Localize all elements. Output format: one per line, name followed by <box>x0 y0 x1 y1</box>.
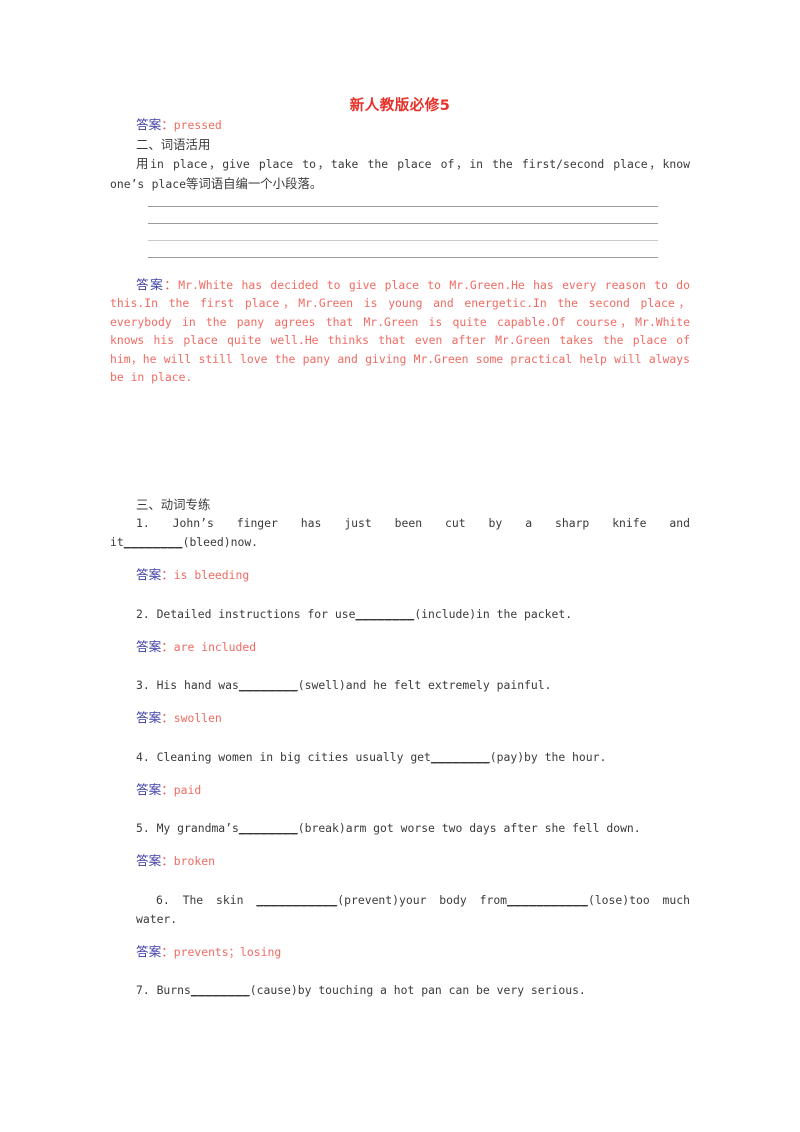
answer-value: paid <box>173 782 202 797</box>
answer-value: prevents；losing <box>173 944 282 959</box>
answer-label: 答案 <box>136 117 162 132</box>
page-title: 新人教版必修5 <box>349 98 451 114</box>
question-text-before: Detailed instructions for use <box>156 606 356 621</box>
question-text-after: (bleed)now. <box>182 535 259 550</box>
question-text-after: (swell)and he felt extremely painful. <box>297 678 552 693</box>
answer-blank[interactable]: ________ <box>239 678 298 692</box>
answer-blank[interactable]: ________ <box>191 983 250 997</box>
answer-value: is bleeding <box>173 568 250 583</box>
section-two-heading: 二、词语活用 <box>136 136 211 152</box>
section-three: 三、动词专练 1. John’s finger has just been cu… <box>110 495 690 1000</box>
prompt-prefix: 用 <box>136 155 151 171</box>
answer-pressed: 答案：pressed <box>110 116 690 135</box>
answer-question-1: 答案：is bleeding <box>110 566 690 585</box>
question-3: 3. His hand was________(swell)and he fel… <box>110 676 690 695</box>
answer-blank-2[interactable]: ___________ <box>507 893 588 907</box>
question-4: 4. Cleaning women in big cities usually … <box>110 748 690 767</box>
answer-value: pressed <box>173 118 222 132</box>
answer-question-3: 答案：swollen <box>110 709 690 728</box>
question-number: 7. <box>136 983 150 998</box>
writing-line-4[interactable] <box>148 256 658 258</box>
writing-line-2[interactable] <box>148 222 658 224</box>
answer-value: broken <box>173 854 215 869</box>
answer-label: 答案 <box>136 276 165 292</box>
answer-blank[interactable]: ________ <box>431 750 490 764</box>
writing-blank-lines[interactable] <box>110 205 690 258</box>
answer-colon: ： <box>164 276 179 292</box>
question-number: 2. <box>136 606 150 621</box>
question-number: 1. <box>136 516 150 531</box>
question-number: 6. <box>156 892 170 907</box>
answer-blank[interactable]: ___________ <box>256 893 337 907</box>
question-number: 4. <box>136 749 150 764</box>
question-text-after: (break)arm got worse two days after she … <box>297 821 641 836</box>
question-number: 3. <box>136 678 150 693</box>
question-6: 6. The skin ___________(prevent)your bod… <box>110 891 690 929</box>
answer-label: 答案 <box>136 853 162 869</box>
answer-value: are included <box>173 639 257 654</box>
question-text-before: His hand was <box>156 678 239 693</box>
question-7: 7. Burns________(cause)by touching a hot… <box>110 981 690 1000</box>
answer-label: 答案 <box>136 781 162 797</box>
answer-colon: ： <box>161 638 174 654</box>
question-text-before: Burns <box>156 983 191 998</box>
writing-line-3[interactable] <box>148 239 658 241</box>
answer-colon: ： <box>161 943 174 959</box>
writing-line-1[interactable] <box>148 205 658 207</box>
prompt-suffix: 等词语自编一个小段落。 <box>185 176 323 191</box>
question-5: 5. My grandma’s________(break)arm got wo… <box>110 819 690 838</box>
answer-question-6: 答案：prevents；losing <box>110 943 690 962</box>
answer-label: 答案 <box>136 567 162 583</box>
answer-colon: ： <box>161 117 174 132</box>
answer-blank[interactable]: ________ <box>239 821 298 835</box>
answer-value: swollen <box>173 711 222 726</box>
answer-colon: ： <box>161 710 174 726</box>
answer-colon: ： <box>161 567 174 583</box>
question-1: 1. John’s finger has just been cut by a … <box>110 514 690 552</box>
answer-colon: ： <box>161 781 174 797</box>
question-text-before: My grandma’s <box>156 821 239 836</box>
section-three-heading: 三、动词专练 <box>136 497 211 513</box>
question-text-after: (cause)by touching a hot pan can be very… <box>249 983 586 998</box>
answer-colon: ： <box>161 853 174 869</box>
question-text-mid: (prevent)your body from <box>337 892 508 907</box>
answer-question-4: 答案：paid <box>110 781 690 800</box>
worksheet-page: 新人教版必修5 答案：pressed 二、词语活用 用in place，give… <box>0 0 800 1132</box>
question-2: 2. Detailed instructions for use________… <box>110 605 690 624</box>
question-text-after: (include)in the packet. <box>414 606 573 621</box>
question-number: 5. <box>136 821 150 836</box>
answer-question-5: 答案：broken <box>110 852 690 871</box>
answer-blank[interactable]: ________ <box>355 607 414 621</box>
section-two-answer: 答案：Mr.White has decided to give place to… <box>110 276 690 388</box>
question-text-after: (pay)by the hour. <box>489 749 607 764</box>
question-text-before: Cleaning women in big cities usually get <box>156 749 431 764</box>
answer-label: 答案 <box>136 710 162 726</box>
answer-label: 答案 <box>136 638 162 654</box>
answer-label: 答案 <box>136 943 162 959</box>
answer-question-2: 答案：are included <box>110 638 690 657</box>
question-text-before: The skin <box>182 892 257 907</box>
answer-blank[interactable]: ________ <box>124 535 183 549</box>
answer-value: Mr.White has decided to give place to Mr… <box>110 277 691 385</box>
section-two-prompt: 用in place，give place to，take the place o… <box>110 154 690 195</box>
